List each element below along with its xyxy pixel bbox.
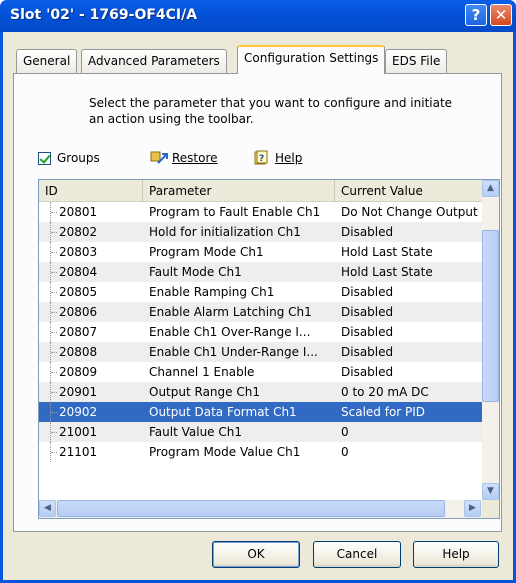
table-row[interactable]: 20804 Fault Mode Ch1 Hold Last State	[39, 262, 482, 282]
table-row[interactable]: 20805 Enable Ramping Ch1 Disabled	[39, 282, 482, 302]
tree-branch	[51, 332, 57, 333]
row-current-value: 0 to 20 mA DC	[341, 385, 429, 399]
tree-branch	[51, 452, 57, 453]
tab-eds-file[interactable]: EDS File	[385, 49, 448, 73]
tree-branch	[51, 252, 57, 253]
scroll-up-icon[interactable]: ▲	[482, 180, 499, 197]
groups-label: Groups	[57, 151, 100, 165]
row-parameter: Output Range Ch1	[149, 385, 260, 399]
list-header: ID Parameter Current Value	[39, 180, 482, 202]
scroll-down-icon[interactable]: ▼	[482, 483, 499, 500]
row-current-value: Disabled	[341, 345, 394, 359]
row-parameter: Enable Ch1 Over-Range I...	[149, 325, 311, 339]
row-parameter: Enable Ch1 Under-Range I...	[149, 345, 318, 359]
tree-branch	[51, 232, 57, 233]
ok-button[interactable]: OK	[212, 541, 300, 568]
row-current-value: Disabled	[341, 325, 394, 339]
row-current-value: Scaled for PID	[341, 405, 426, 419]
groups-checkbox-row[interactable]: Groups	[38, 151, 100, 165]
vertical-scrollbar[interactable]: ▲ ▼	[482, 180, 499, 500]
row-parameter: Program to Fault Enable Ch1	[149, 205, 321, 219]
tree-branch	[51, 212, 57, 213]
row-current-value: 0	[341, 425, 349, 439]
tree-branch	[51, 292, 57, 293]
help-button[interactable]: Help	[413, 541, 499, 568]
horizontal-scroll-thumb[interactable]	[57, 500, 445, 517]
tree-branch	[51, 312, 57, 313]
table-row[interactable]: 20808 Enable Ch1 Under-Range I... Disabled	[39, 342, 482, 362]
instructions-text: Select the parameter that you want to co…	[89, 96, 453, 126]
row-current-value: Hold Last State	[341, 265, 433, 279]
row-parameter: Hold for initialization Ch1	[149, 225, 301, 239]
column-header-current-value[interactable]: Current Value	[335, 180, 482, 202]
table-row[interactable]: 20807 Enable Ch1 Over-Range I... Disabled	[39, 322, 482, 342]
tree-branch	[51, 352, 57, 353]
row-parameter: Channel 1 Enable	[149, 365, 255, 379]
groups-checkbox[interactable]	[38, 151, 51, 165]
row-parameter: Fault Value Ch1	[149, 425, 242, 439]
column-header-id[interactable]: ID	[39, 180, 143, 202]
row-parameter: Enable Ramping Ch1	[149, 285, 275, 299]
restore-icon	[150, 151, 168, 164]
row-current-value: 0	[341, 445, 349, 459]
row-current-value: Disabled	[341, 225, 394, 239]
scroll-right-icon[interactable]: ▶	[464, 500, 481, 517]
tree-branch	[51, 432, 57, 433]
column-header-parameter[interactable]: Parameter	[143, 180, 335, 202]
row-current-value: Hold Last State	[341, 245, 433, 259]
table-row[interactable]: 20901 Output Range Ch1 0 to 20 mA DC	[39, 382, 482, 402]
scroll-corner	[482, 500, 499, 518]
restore-button[interactable]: Restore	[150, 150, 218, 166]
restore-label: Restore	[172, 151, 218, 165]
horizontal-scrollbar[interactable]: ◀ ▶	[39, 500, 482, 518]
tree-branch	[51, 392, 57, 393]
tab-advanced-parameters[interactable]: Advanced Parameters	[81, 49, 227, 73]
table-row[interactable]: 20902 Output Data Format Ch1 Scaled for PI…	[39, 402, 482, 422]
row-current-value: Disabled	[341, 285, 394, 299]
row-current-value: Disabled	[341, 305, 394, 319]
vertical-scroll-thumb[interactable]	[482, 230, 499, 402]
help-book-icon: ?	[254, 150, 268, 165]
parameter-list[interactable]: ID Parameter Current Value 20801 Program …	[38, 179, 500, 519]
window-title: Slot '02' - 1769-OF4CI/A	[10, 7, 198, 23]
table-row[interactable]: 20802 Hold for initialization Ch1 Disabled	[39, 222, 482, 242]
tab-general[interactable]: General	[16, 49, 78, 73]
svg-text:?: ?	[259, 154, 264, 164]
tree-branch	[51, 412, 57, 413]
help-icon[interactable]: ?	[465, 4, 487, 26]
table-row[interactable]: 20806 Enable Alarm Latching Ch1 Disabled	[39, 302, 482, 322]
title-bar[interactable]: Slot '02' - 1769-OF4CI/A ? ✕	[0, 0, 516, 32]
scroll-left-icon[interactable]: ◀	[39, 500, 56, 517]
table-row[interactable]: 20809 Channel 1 Enable Disabled	[39, 362, 482, 382]
close-icon[interactable]: ✕	[490, 4, 512, 26]
tab-configuration-settings[interactable]: Configuration Settings	[237, 45, 386, 74]
row-parameter: Fault Mode Ch1	[149, 265, 242, 279]
row-parameter: Enable Alarm Latching Ch1	[149, 305, 312, 319]
row-parameter: Program Mode Value Ch1	[149, 445, 301, 459]
row-parameter: Program Mode Ch1	[149, 245, 264, 259]
row-current-value: Do Not Change Output	[341, 205, 478, 219]
tree-branch	[51, 272, 57, 273]
cancel-button[interactable]: Cancel	[313, 541, 401, 568]
row-parameter: Output Data Format Ch1	[149, 405, 297, 419]
row-current-value: Disabled	[341, 365, 394, 379]
table-row[interactable]: 20803 Program Mode Ch1 Hold Last State	[39, 242, 482, 262]
table-row[interactable]: 21001 Fault Value Ch1 0	[39, 422, 482, 442]
help-toolbar-label: Help	[275, 151, 303, 165]
list-rows: 20801 Program to Fault Enable Ch1 Do Not C…	[39, 202, 482, 462]
table-row[interactable]: 21101 Program Mode Value Ch1 0	[39, 442, 482, 462]
help-toolbar-button[interactable]: ? Help	[253, 150, 302, 166]
tree-branch	[51, 372, 57, 373]
table-row[interactable]: 20801 Program to Fault Enable Ch1 Do Not C…	[39, 202, 482, 222]
